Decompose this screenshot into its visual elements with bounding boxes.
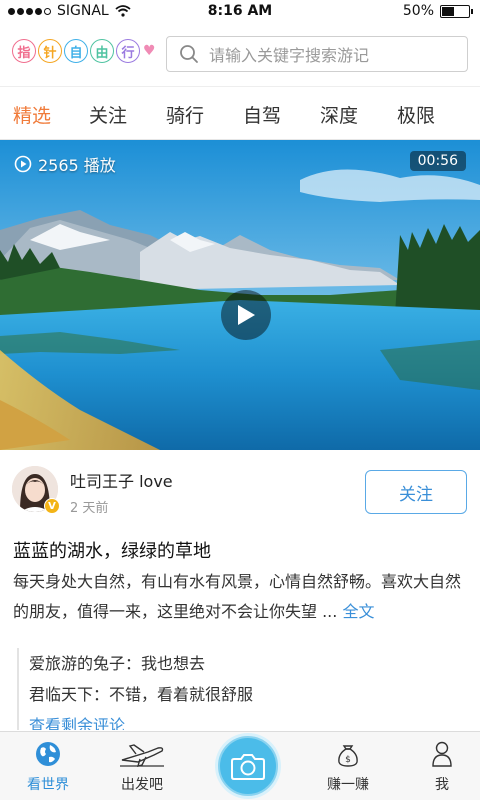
play-button[interactable]: [221, 290, 271, 340]
post-author-row: V 吐司王子 love 2 天前 关注: [0, 450, 480, 530]
camera-icon: [231, 754, 265, 780]
comment-item[interactable]: 君临天下：不错，看着就很舒服: [29, 679, 467, 710]
tab-zijia[interactable]: 自驾: [243, 101, 281, 128]
comment-item[interactable]: 爱旅游的兔子：我也想去: [29, 648, 467, 679]
money-bag-icon: $: [338, 745, 358, 767]
tab-guanzhu[interactable]: 关注: [89, 101, 127, 128]
tab-shendu[interactable]: 深度: [320, 101, 358, 128]
tab-qixing[interactable]: 骑行: [166, 101, 204, 128]
logo-bubble: 针: [38, 39, 62, 63]
logo-bubble: 由: [90, 39, 114, 63]
nav-kanshijie[interactable]: 看世界: [8, 740, 88, 794]
battery-icon: [440, 4, 473, 18]
search-bar[interactable]: 请输入关键字搜索游记: [166, 36, 468, 72]
play-count-text: 2565 播放: [38, 156, 116, 175]
category-tabs: 精选 关注 骑行 自驾 深度 极限: [0, 86, 480, 140]
post-time: 2 天前: [70, 501, 109, 516]
nav-zhuanyizhuan[interactable]: $ 赚一赚: [308, 740, 388, 794]
profile-icon: [432, 741, 452, 767]
camera-button[interactable]: [218, 736, 278, 796]
app-header: 指针自由行 ♥ 请输入关键字搜索游记: [0, 24, 480, 86]
logo-bubble: 行: [116, 39, 140, 63]
author-name[interactable]: 吐司王子 love: [70, 468, 173, 492]
video-duration: 00:56: [409, 151, 466, 171]
video-player[interactable]: 2565 播放 00:56: [0, 140, 480, 450]
view-more-comments-link[interactable]: 查看剩余评论: [29, 710, 467, 730]
play-count: 2565 播放: [14, 152, 116, 176]
globe-icon: [36, 742, 60, 766]
app-logo[interactable]: 指针自由行 ♥: [12, 39, 156, 63]
nav-label-kanshijie: 看世界: [27, 777, 69, 793]
tab-jingxuan[interactable]: 精选: [13, 101, 51, 128]
full-text-link[interactable]: 全文: [342, 602, 374, 621]
battery-level-fill: [442, 6, 454, 16]
play-icon: [238, 305, 255, 325]
nav-wo[interactable]: 我: [402, 740, 480, 794]
tab-jixian[interactable]: 极限: [397, 101, 435, 128]
status-right: 50%: [402, 3, 473, 19]
nav-label-chufaba: 出发吧: [121, 777, 163, 793]
comments-section: 爱旅游的兔子：我也想去 君临天下：不错，看着就很舒服 查看剩余评论: [17, 648, 467, 730]
heart-icon: ♥: [143, 43, 156, 59]
status-bar: SIGNAL 8:16 AM 50%: [0, 0, 480, 24]
airplane-icon: [120, 744, 164, 767]
post-title[interactable]: 蓝蓝的湖水，绿绿的草地: [13, 537, 211, 563]
battery-percentage: 50%: [402, 3, 434, 19]
verified-badge: V: [44, 498, 60, 514]
logo-bubble: 指: [12, 39, 36, 63]
follow-button[interactable]: 关注: [365, 470, 467, 514]
play-circle-icon: [14, 155, 32, 173]
search-icon: [180, 45, 198, 63]
nav-label-wo: 我: [435, 777, 449, 793]
logo-bubble: 自: [64, 39, 88, 63]
nav-label-zhuanyizhuan: 赚一赚: [327, 777, 369, 793]
nav-chufaba[interactable]: 出发吧: [102, 740, 182, 794]
search-placeholder[interactable]: 请输入关键字搜索游记: [209, 42, 369, 66]
post-body: 每天身处大自然，有山有水有风景，心情自然舒畅。喜欢大自然的朋友，值得一来，这里绝…: [13, 567, 469, 627]
svg-text:$: $: [345, 755, 351, 765]
post-body-text: 每天身处大自然，有山有水有风景，心情自然舒畅。喜欢大自然的朋友，值得一来，这里绝…: [13, 572, 462, 621]
